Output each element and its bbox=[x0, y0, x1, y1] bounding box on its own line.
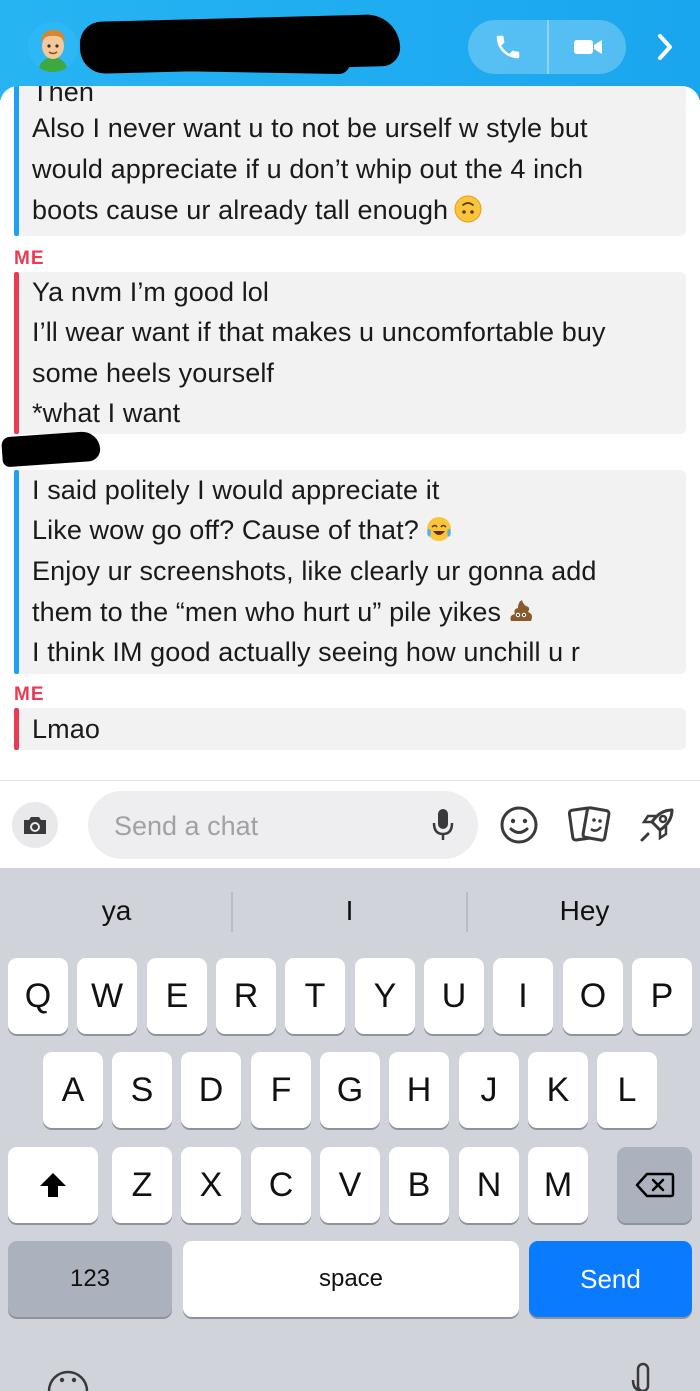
key-s[interactable]: S bbox=[112, 1052, 172, 1128]
games-button[interactable] bbox=[634, 802, 680, 853]
smiley-face-icon bbox=[500, 806, 538, 844]
key-a[interactable]: A bbox=[43, 1052, 103, 1128]
shift-key[interactable] bbox=[8, 1147, 98, 1223]
numbers-key[interactable]: 123 bbox=[8, 1241, 172, 1317]
video-camera-icon bbox=[573, 40, 602, 54]
keyboard: ya I Hey Q W E R T Y U I O P A S D F G H… bbox=[0, 868, 700, 1391]
space-key[interactable]: space bbox=[183, 1241, 519, 1317]
backspace-key[interactable] bbox=[617, 1147, 692, 1223]
key-p[interactable]: P bbox=[632, 958, 692, 1034]
message-line: I’ll wear want if that makes u uncomfort… bbox=[32, 317, 606, 347]
message-sender-bar bbox=[14, 272, 19, 434]
key-u[interactable]: U bbox=[424, 958, 484, 1034]
call-buttons bbox=[468, 20, 626, 74]
pile-of-poo-icon bbox=[510, 600, 533, 621]
camera-icon bbox=[24, 817, 46, 834]
key-r[interactable]: R bbox=[216, 958, 276, 1034]
chevron-right-icon bbox=[658, 34, 672, 60]
message-line-text: Like wow go off? Cause of that? bbox=[32, 515, 419, 545]
video-call-button[interactable] bbox=[547, 20, 626, 74]
message-line: Lmao bbox=[32, 714, 100, 744]
key-o[interactable]: O bbox=[563, 958, 623, 1034]
chat-thread: Then Also I never want u to not be ursel… bbox=[0, 86, 700, 780]
suggestion-2[interactable]: I bbox=[233, 868, 466, 954]
message-sender-bar bbox=[14, 708, 19, 750]
message-line: Also I never want u to not be urself w s… bbox=[32, 113, 588, 143]
key-v[interactable]: V bbox=[320, 1147, 380, 1223]
key-e[interactable]: E bbox=[147, 958, 207, 1034]
message-bubble[interactable]: Ya nvm I’m good lol I’ll wear want if th… bbox=[14, 272, 686, 434]
message-bubble[interactable]: Lmao bbox=[14, 708, 686, 750]
chat-header bbox=[0, 0, 700, 100]
chevron-right-button[interactable] bbox=[645, 26, 685, 68]
message-line-text: them to the “men who hurt u” pile yikes bbox=[32, 597, 502, 627]
key-g[interactable]: G bbox=[320, 1052, 380, 1128]
predictive-bar: ya I Hey bbox=[0, 868, 700, 954]
redacted-sender-label bbox=[1, 430, 101, 468]
key-l[interactable]: L bbox=[597, 1052, 657, 1128]
key-n[interactable]: N bbox=[459, 1147, 519, 1223]
message-line: I said politely I would appreciate it bbox=[32, 475, 440, 505]
emoji-keyboard-icon bbox=[47, 1370, 89, 1391]
message-sender-bar bbox=[14, 86, 19, 236]
dictation-button[interactable] bbox=[630, 1362, 656, 1391]
message-line: I think IM good actually seeing how unch… bbox=[32, 637, 580, 667]
send-key[interactable]: Send bbox=[529, 1241, 692, 1317]
message-line: Like wow go off? Cause of that? bbox=[32, 510, 453, 550]
phone-icon bbox=[496, 35, 519, 59]
key-j[interactable]: J bbox=[459, 1052, 519, 1128]
sender-label: ME bbox=[14, 248, 45, 269]
suggestion-3[interactable]: Hey bbox=[468, 868, 700, 954]
message-line: some heels yourself bbox=[32, 358, 275, 388]
backspace-icon bbox=[635, 1172, 674, 1198]
message-line: boots cause ur already tall enough bbox=[32, 190, 482, 230]
message-line: *what I want bbox=[32, 398, 181, 428]
key-k[interactable]: K bbox=[528, 1052, 588, 1128]
shift-arrow-icon bbox=[40, 1173, 66, 1197]
redacted-name-extra bbox=[99, 47, 351, 75]
bitmoji-avatar[interactable] bbox=[28, 22, 78, 72]
key-i[interactable]: I bbox=[493, 958, 553, 1034]
emoji-button[interactable] bbox=[497, 803, 541, 852]
camera-button[interactable] bbox=[12, 802, 58, 848]
sender-label: ME bbox=[14, 684, 45, 705]
rocket-icon bbox=[640, 808, 674, 842]
message-line-text: boots cause ur already tall enough bbox=[32, 195, 449, 225]
message-line: Enjoy ur screenshots, like clearly ur go… bbox=[32, 556, 597, 586]
microphone-icon[interactable] bbox=[432, 807, 454, 843]
message-bubble[interactable]: I said politely I would appreciate it Li… bbox=[14, 470, 686, 674]
key-h[interactable]: H bbox=[389, 1052, 449, 1128]
chat-input-bar: Send a chat bbox=[0, 780, 700, 868]
voice-call-button[interactable] bbox=[468, 20, 547, 74]
message-bubble[interactable]: Then Also I never want u to not be ursel… bbox=[14, 86, 686, 236]
key-b[interactable]: B bbox=[389, 1147, 449, 1223]
upside-down-face-icon bbox=[454, 195, 482, 223]
send-chat-input[interactable]: Send a chat bbox=[88, 791, 478, 859]
key-w[interactable]: W bbox=[77, 958, 137, 1034]
message-line: them to the “men who hurt u” pile yikes bbox=[32, 592, 535, 632]
key-f[interactable]: F bbox=[251, 1052, 311, 1128]
sticker-button[interactable] bbox=[567, 803, 615, 852]
dictation-microphone-icon bbox=[631, 1362, 650, 1391]
key-t[interactable]: T bbox=[285, 958, 345, 1034]
sticker-cards-icon bbox=[567, 806, 611, 842]
key-m[interactable]: M bbox=[528, 1147, 588, 1223]
key-d[interactable]: D bbox=[181, 1052, 241, 1128]
message-line: Ya nvm I’m good lol bbox=[32, 277, 270, 307]
key-x[interactable]: X bbox=[181, 1147, 241, 1223]
suggestion-1[interactable]: ya bbox=[0, 868, 233, 954]
key-z[interactable]: Z bbox=[112, 1147, 172, 1223]
tears-of-joy-icon bbox=[426, 517, 451, 541]
key-c[interactable]: C bbox=[251, 1147, 311, 1223]
message-sender-bar bbox=[14, 470, 19, 674]
chat-input-placeholder: Send a chat bbox=[114, 811, 259, 841]
emoji-keyboard-button[interactable] bbox=[46, 1360, 90, 1391]
key-y[interactable]: Y bbox=[355, 958, 415, 1034]
key-q[interactable]: Q bbox=[8, 958, 68, 1034]
message-line: would appreciate if u don’t whip out the… bbox=[32, 154, 584, 184]
